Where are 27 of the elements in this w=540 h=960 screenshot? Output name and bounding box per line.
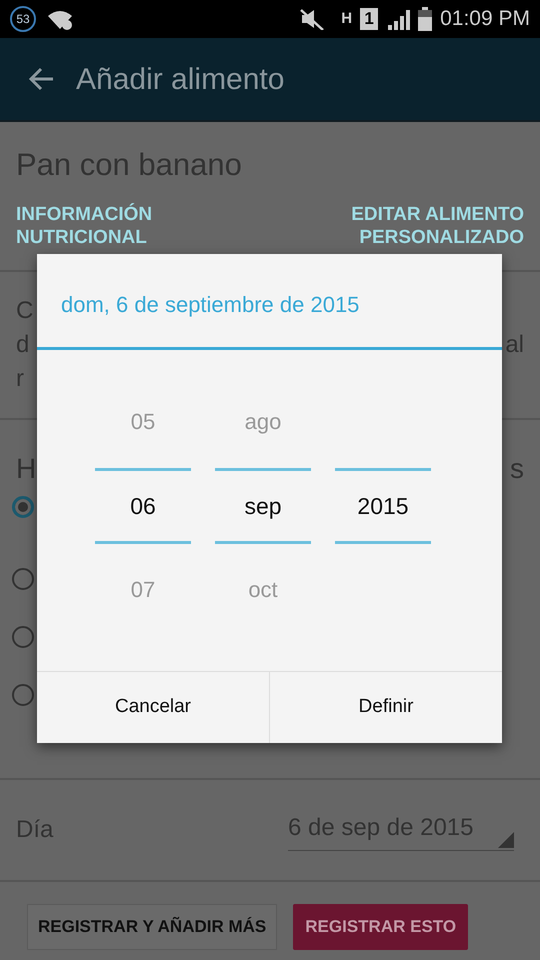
picker-value: ago (244, 408, 282, 436)
back-arrow-icon (28, 67, 54, 91)
nutrition-info-link[interactable]: INFORMACIÓN NUTRICIONAL (16, 202, 176, 248)
radio-button[interactable] (12, 626, 34, 648)
picker-selected-value[interactable]: 06 (95, 468, 191, 544)
picker-value: 05 (130, 408, 156, 436)
signal-icon (386, 8, 412, 30)
log-button[interactable]: REGISTRAR ESTO (293, 904, 468, 950)
picker-value: 07 (130, 576, 156, 604)
radio-button[interactable] (12, 568, 34, 590)
network-type: H (341, 8, 352, 29)
cancel-button[interactable]: Cancelar (37, 672, 269, 743)
set-button[interactable]: Definir (269, 672, 502, 743)
sim-indicator: 1 (360, 8, 378, 30)
radio-button[interactable] (12, 496, 34, 518)
edit-food-link[interactable]: EDITAR ALIMENTO PERSONALIZADO (334, 202, 524, 248)
status-time: 01:09 PM (440, 6, 530, 32)
notification-count: 53 (10, 6, 36, 32)
dropdown-corner-icon (498, 832, 514, 848)
picker-selected-value[interactable]: 2015 (335, 468, 431, 544)
battery-icon (418, 7, 432, 31)
radio-button[interactable] (12, 684, 34, 706)
dialog-title: dom, 6 de septiembre de 2015 (37, 254, 502, 350)
picker-selected-value[interactable]: sep (215, 468, 311, 544)
picker-value: oct (248, 576, 278, 604)
mute-icon (299, 8, 326, 30)
screen-title: Añadir alimento (76, 62, 284, 98)
